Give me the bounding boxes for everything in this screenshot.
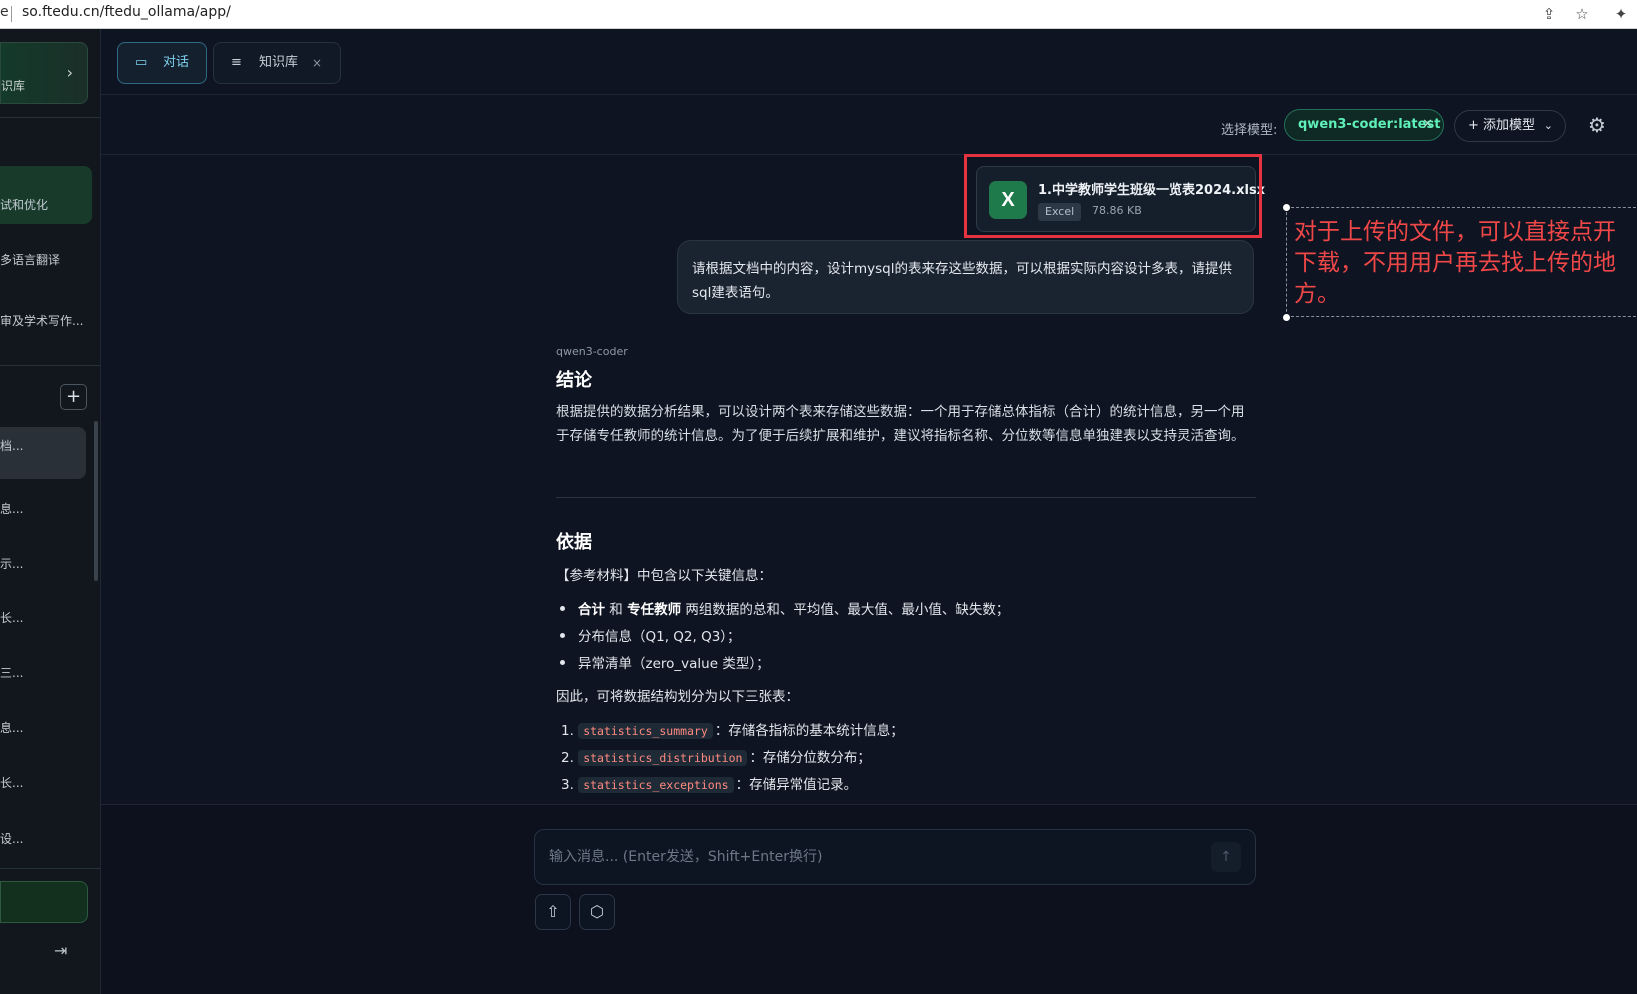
tab-fragment: e — [0, 4, 9, 20]
history-item[interactable]: 示... — [0, 555, 23, 572]
bullet-dot — [560, 606, 565, 611]
history-item[interactable]: 长... — [0, 609, 23, 626]
tab-label: 知识库 — [259, 55, 299, 70]
sidebar: 识库 › 试和优化 多语言翻译 审及学术写作... + 档... 息... 示.… — [0, 29, 101, 994]
extension-icon[interactable]: ✦ — [1610, 3, 1632, 25]
message-composer: ↑ — [534, 829, 1256, 885]
chevron-down-icon: ⌄ — [1543, 119, 1553, 132]
assistant-model-name: qwen3-coder — [556, 345, 628, 358]
chevron-right-icon: › — [66, 63, 73, 82]
cube-icon: ⬡ — [590, 902, 604, 921]
inline-code: statistics_distribution — [578, 750, 748, 766]
divider — [0, 117, 100, 118]
history-item[interactable]: 息... — [0, 500, 23, 517]
url-text[interactable]: so.ftedu.cn/ftedu_ollama/app/ — [22, 4, 231, 20]
sidebar-item-translation[interactable]: 多语言翻译 — [0, 251, 60, 268]
tab-bar: ▭ 对话 ≡ 知识库 × — [101, 29, 1637, 95]
basis-heading: 依据 — [556, 532, 592, 553]
package-button[interactable]: ⬡ — [579, 894, 615, 930]
upload-icon: ⇧ — [546, 902, 560, 921]
conclusion-text: 根据提供的数据分析结果，可以设计两个表来存储这些数据：一个用于存储总体指标（合计… — [556, 404, 1245, 444]
knowledge-base-label: 识库 — [1, 79, 26, 93]
gear-icon[interactable]: ⚙ — [1588, 113, 1606, 137]
bullet-dot — [560, 660, 565, 665]
list-item: 分布信息（Q1, Q2, Q3）； — [578, 629, 741, 645]
composer-area: ↑ ⇧ ⬡ — [101, 804, 1637, 994]
chat-icon: ▭ — [135, 55, 148, 70]
star-icon[interactable]: ☆ — [1571, 3, 1593, 25]
selected-model-chip[interactable]: qwen3-coder:latest ✕ — [1284, 109, 1444, 141]
divider — [556, 497, 1256, 498]
model-select-label: 选择模型: — [1221, 123, 1278, 138]
tab-knowledge-base[interactable]: ≡ 知识库 × — [213, 42, 341, 84]
tab-chat[interactable]: ▭ 对话 — [117, 42, 207, 84]
basis-intro: 【参考材料】中包含以下关键信息： — [556, 568, 772, 584]
division-text: 因此，可将数据结构划分为以下三张表： — [556, 689, 799, 705]
sidebar-scrollbar[interactable] — [94, 421, 98, 581]
new-chat-button[interactable]: + — [60, 384, 87, 410]
inline-code: statistics_exceptions — [578, 777, 734, 793]
upload-button[interactable]: ⇧ — [535, 894, 571, 930]
send-button[interactable]: ↑ — [1211, 842, 1241, 872]
sidebar-item-testing[interactable]: 试和优化 — [0, 166, 92, 224]
user-message: 请根据文档中的内容，设计mysql的表来存这些数据，可以根据实际内容设计多表，请… — [677, 240, 1254, 314]
tab-label: 对话 — [163, 55, 190, 70]
history-item[interactable]: 三... — [0, 664, 23, 681]
share-icon[interactable]: ⇪ — [1538, 3, 1560, 25]
divider — [0, 365, 100, 366]
add-model-button[interactable]: + 添加模型 ⌄ — [1454, 110, 1566, 142]
annotation-text: 对于上传的文件，可以直接点开下载，不用用户再去找上传的地方。 — [1294, 219, 1616, 307]
history-item[interactable]: 档... — [0, 427, 86, 479]
main-area: ▭ 对话 ≡ 知识库 × 选择模型: qwen3-coder:latest ✕ … — [101, 29, 1637, 994]
bullet-dot — [560, 633, 565, 638]
conclusion-heading: 结论 — [556, 370, 592, 391]
remove-model-icon[interactable]: ✕ — [1422, 110, 1433, 140]
annotation-handle — [1283, 314, 1290, 321]
history-item[interactable]: 息... — [0, 719, 23, 736]
sidebar-item-academic-writing[interactable]: 审及学术写作... — [0, 312, 83, 329]
divider — [0, 868, 100, 869]
table-list-item: 2. statistics_distribution ：存储分位数分布； — [561, 750, 871, 766]
history-item[interactable]: 设... — [0, 830, 23, 847]
sidebar-item-label: 试和优化 — [0, 198, 49, 212]
list-item: 异常清单（zero_value 类型）； — [578, 656, 770, 672]
list-item: 合计 和 专任教师 两组数据的总和、平均值、最大值、最小值、缺失数； — [578, 602, 1010, 618]
table-list-item: 3. statistics_exceptions ：存储异常值记录。 — [561, 777, 858, 793]
divider — [11, 6, 12, 22]
sidebar-bottom-button[interactable] — [0, 881, 88, 923]
sidebar-item-label: 多语言翻译 — [0, 253, 61, 267]
model-name: qwen3-coder:latest — [1298, 117, 1441, 132]
books-icon: ≡ — [231, 55, 242, 70]
annotation-handle — [1283, 204, 1290, 211]
inline-code: statistics_summary — [578, 723, 713, 739]
knowledge-base-entry[interactable]: 识库 › — [0, 42, 88, 104]
table-list-item: 1. statistics_summary ：存储各指标的基本统计信息； — [561, 723, 904, 739]
history-item[interactable]: 长... — [0, 774, 23, 791]
browser-address-bar: e so.ftedu.cn/ftedu_ollama/app/ ⇪ ☆ ✦ — [0, 0, 1637, 29]
close-icon[interactable]: × — [312, 43, 322, 83]
highlight-box — [964, 154, 1262, 238]
logout-icon[interactable]: ⇥ — [54, 941, 67, 960]
message-input[interactable] — [549, 843, 1189, 871]
sidebar-item-label: 审及学术写作... — [0, 314, 84, 328]
model-bar: 选择模型: qwen3-coder:latest ✕ + 添加模型 ⌄ ⚙ — [101, 95, 1637, 155]
